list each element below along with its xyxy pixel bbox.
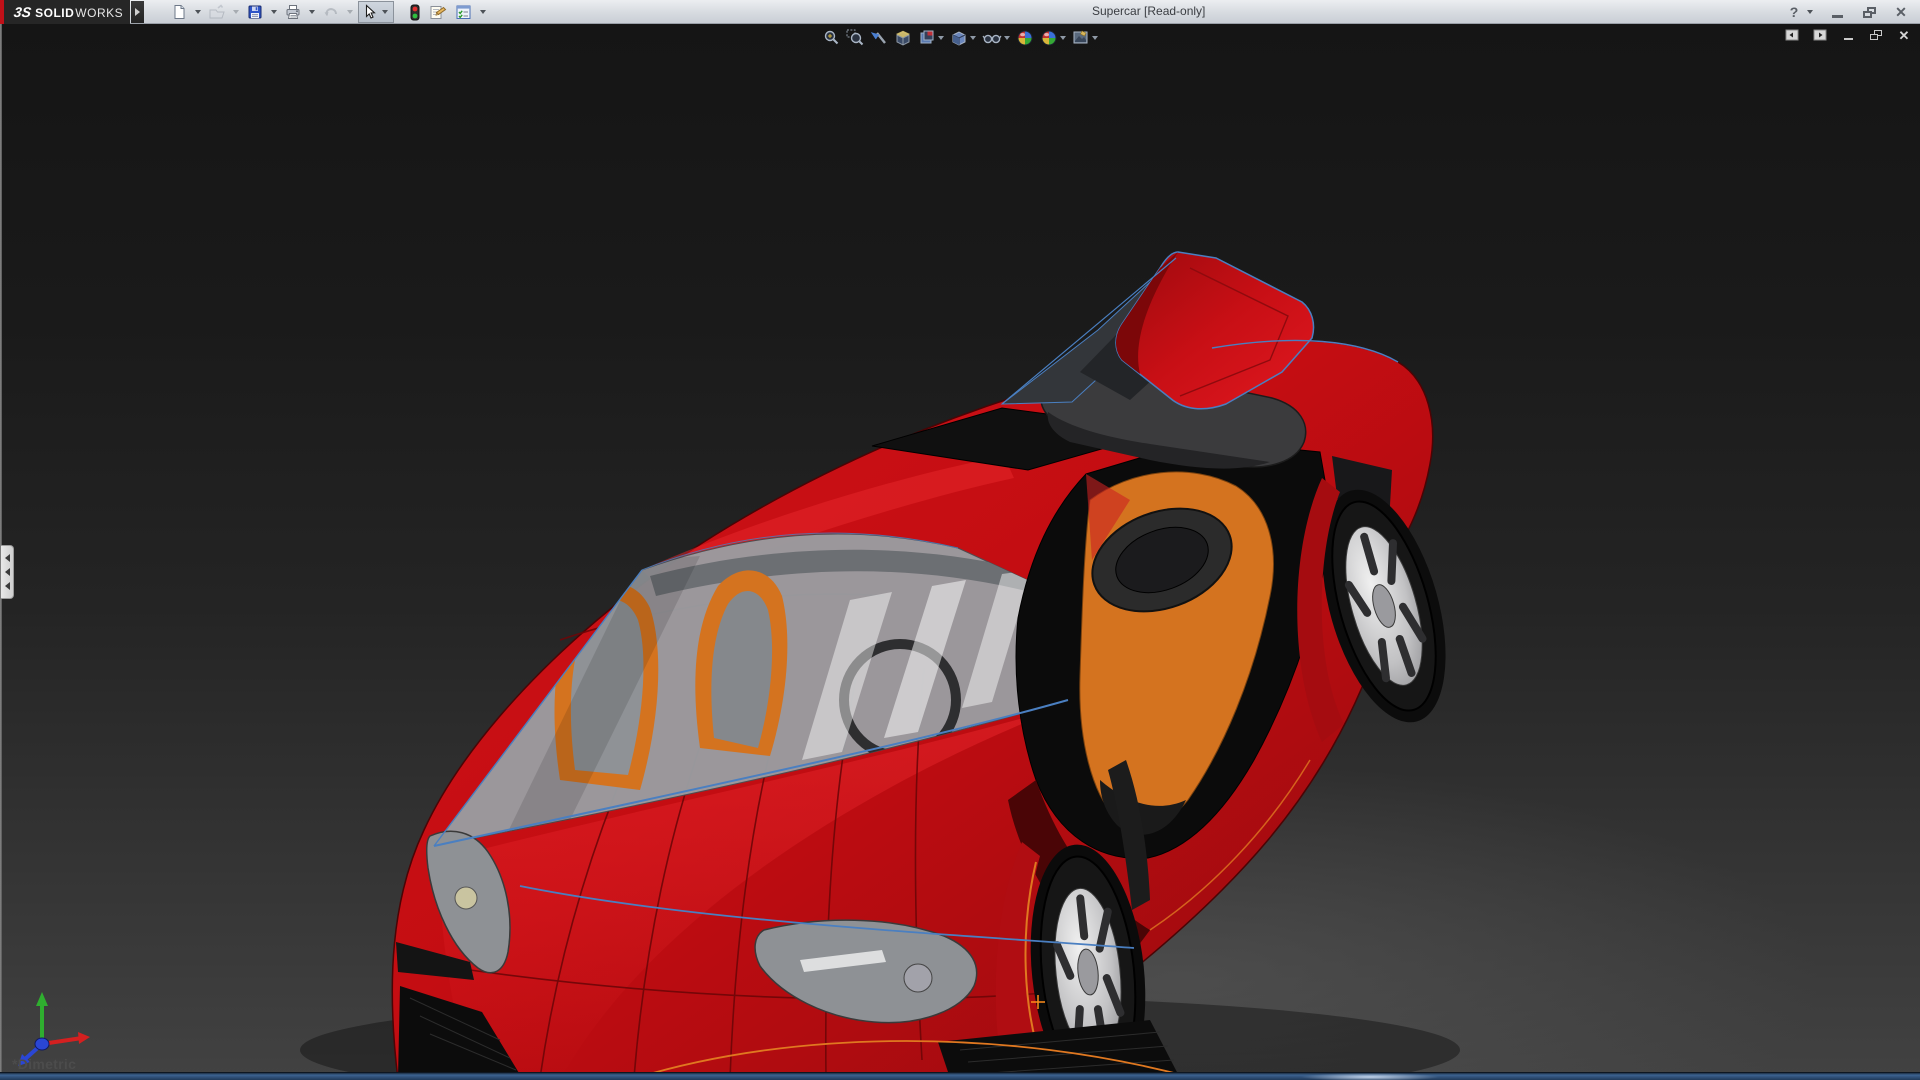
menu-flyout-arrow[interactable] bbox=[131, 1, 144, 23]
solidworks-logo: 3SSOLIDWORKS bbox=[0, 0, 130, 24]
standard-toolbar bbox=[168, 0, 489, 24]
close-document-button[interactable]: ✕ bbox=[1896, 28, 1912, 42]
close-icon: ✕ bbox=[1895, 5, 1907, 19]
brand-text: 3SSOLIDWORKS bbox=[14, 4, 123, 20]
view-orientation-button[interactable] bbox=[917, 28, 945, 48]
new-document-button[interactable] bbox=[168, 1, 190, 23]
print-button[interactable] bbox=[282, 1, 304, 23]
magnifier-icon bbox=[822, 29, 840, 47]
window-controls: ? ✕ bbox=[1783, 0, 1912, 24]
minimize-button[interactable] bbox=[1826, 3, 1848, 21]
printer-icon bbox=[285, 4, 301, 20]
help-menu-button[interactable]: ? bbox=[1783, 3, 1805, 21]
supercar-model[interactable] bbox=[0, 24, 1920, 1080]
show-right-pane-button[interactable] bbox=[1812, 28, 1828, 42]
help-dropdown-caret[interactable] bbox=[1807, 10, 1813, 14]
pane-left-icon bbox=[1785, 29, 1799, 41]
document-title: Supercar [Read-only] bbox=[1092, 4, 1205, 18]
restore-icon bbox=[1863, 7, 1876, 18]
select-dropdown-caret[interactable] bbox=[382, 10, 388, 14]
collapse-arrow-icon bbox=[5, 582, 10, 590]
brand-solid: SOLID bbox=[35, 6, 74, 20]
hide-show-items-caret[interactable] bbox=[1004, 36, 1010, 40]
apply-scene-button[interactable] bbox=[1039, 28, 1067, 48]
open-folder-icon bbox=[209, 4, 225, 20]
minimize-document-icon bbox=[1844, 38, 1853, 40]
pane-right-icon bbox=[1813, 29, 1827, 41]
color-sphere-icon bbox=[1040, 29, 1058, 47]
close-button[interactable]: ✕ bbox=[1890, 3, 1912, 21]
options-button[interactable] bbox=[452, 1, 475, 23]
title-bar: 3SSOLIDWORKS bbox=[0, 0, 1920, 24]
print-dropdown-caret[interactable] bbox=[309, 10, 315, 14]
view-cube-red-icon bbox=[918, 29, 936, 47]
note-pencil-icon bbox=[429, 4, 447, 20]
feature-manager-collapse-tab[interactable] bbox=[1, 545, 14, 599]
undo-button[interactable] bbox=[320, 1, 342, 23]
view-settings-caret[interactable] bbox=[1092, 36, 1098, 40]
traffic-light-icon bbox=[409, 4, 421, 21]
restore-document-button[interactable] bbox=[1868, 28, 1884, 42]
restore-button[interactable] bbox=[1858, 3, 1880, 21]
options-dropdown-caret[interactable] bbox=[480, 10, 486, 14]
glasses-icon bbox=[982, 29, 1002, 47]
new-document-icon bbox=[171, 4, 187, 20]
previous-view-icon bbox=[870, 29, 888, 47]
logo-red-strip bbox=[0, 0, 4, 24]
heads-up-view-toolbar bbox=[815, 26, 1105, 50]
undo-arrow-icon bbox=[323, 4, 339, 20]
save-dropdown-caret[interactable] bbox=[271, 10, 277, 14]
file-properties-button[interactable] bbox=[426, 1, 450, 23]
show-left-pane-button[interactable] bbox=[1784, 28, 1800, 42]
open-document-button[interactable] bbox=[206, 1, 228, 23]
brand-3s-glyph: 3S bbox=[13, 4, 32, 20]
color-sphere-icon bbox=[1016, 29, 1034, 47]
view-settings-button[interactable] bbox=[1071, 28, 1099, 48]
checklist-icon bbox=[455, 4, 472, 20]
scene-picture-icon bbox=[1072, 29, 1090, 47]
display-style-button[interactable] bbox=[949, 28, 977, 48]
collapse-arrow-icon bbox=[5, 554, 10, 562]
flyout-arrow-icon bbox=[135, 8, 140, 16]
restore-document-icon bbox=[1870, 30, 1882, 40]
left-headlight-lens bbox=[455, 887, 477, 909]
solidworks-window: 3SSOLIDWORKS bbox=[0, 0, 1920, 1080]
taskbar-edge-strip bbox=[0, 1072, 1920, 1080]
zoom-to-area-button[interactable] bbox=[845, 28, 865, 48]
save-button[interactable] bbox=[244, 1, 266, 23]
open-dropdown-caret[interactable] bbox=[233, 10, 239, 14]
cursor-arrow-icon bbox=[361, 4, 377, 20]
taskbar-glow bbox=[1300, 1073, 1440, 1080]
floppy-disk-icon bbox=[247, 4, 263, 20]
right-headlight-lens bbox=[904, 964, 932, 992]
shaded-cube-icon bbox=[950, 29, 968, 47]
graphics-viewport[interactable]: ✕ *Dimetric bbox=[0, 24, 1920, 1080]
document-window-controls: ✕ bbox=[1784, 28, 1912, 42]
hide-show-items-button[interactable] bbox=[981, 28, 1011, 48]
new-dropdown-caret[interactable] bbox=[195, 10, 201, 14]
display-style-caret[interactable] bbox=[970, 36, 976, 40]
view-orientation-label: *Dimetric bbox=[12, 1056, 76, 1072]
rebuild-button[interactable] bbox=[406, 1, 424, 23]
help-icon: ? bbox=[1790, 4, 1799, 20]
view-orientation-caret[interactable] bbox=[938, 36, 944, 40]
close-document-icon: ✕ bbox=[1899, 29, 1910, 42]
undo-dropdown-caret[interactable] bbox=[347, 10, 353, 14]
edit-appearance-button[interactable] bbox=[1015, 28, 1035, 48]
section-cube-icon bbox=[894, 29, 912, 47]
section-view-button[interactable] bbox=[893, 28, 913, 48]
triad-y-axis bbox=[36, 992, 48, 1044]
minimize-icon bbox=[1832, 15, 1843, 18]
collapse-arrow-icon bbox=[5, 568, 10, 576]
select-tool-button[interactable] bbox=[358, 1, 394, 23]
minimize-document-button[interactable] bbox=[1840, 28, 1856, 42]
zoom-to-fit-button[interactable] bbox=[821, 28, 841, 48]
previous-view-button[interactable] bbox=[869, 28, 889, 48]
magnifier-area-icon bbox=[846, 29, 864, 47]
brand-works: WORKS bbox=[75, 6, 123, 20]
apply-scene-caret[interactable] bbox=[1060, 36, 1066, 40]
